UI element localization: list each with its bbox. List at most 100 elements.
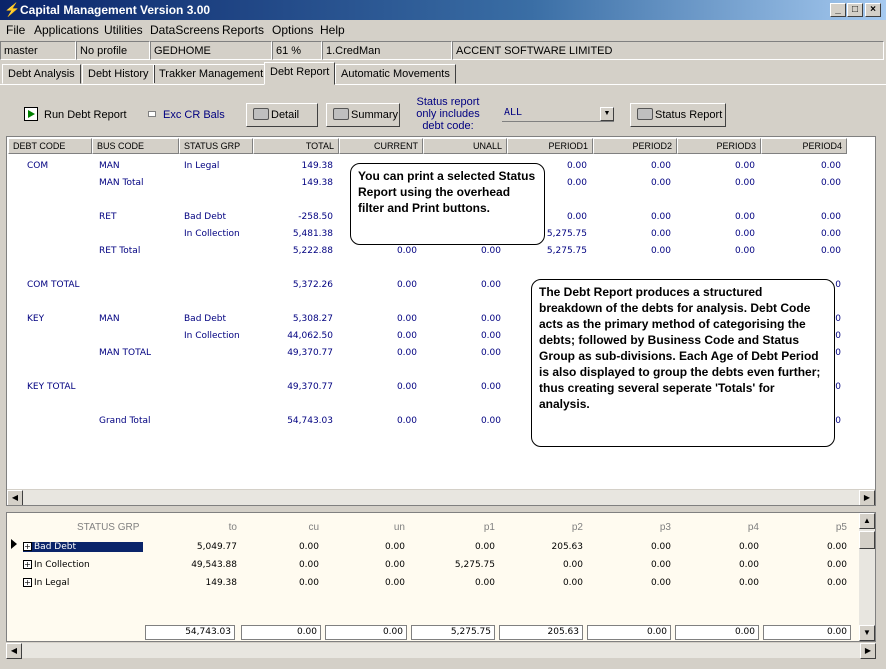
grid-cell-period3[interactable]: 0.00 — [677, 178, 755, 188]
lower-cell-cu[interactable]: 0.00 — [249, 578, 319, 588]
lower-cell-p4[interactable]: 0.00 — [689, 578, 759, 588]
menu-file[interactable]: File — [6, 23, 25, 37]
grid-cell-total[interactable]: 5,372.26 — [253, 280, 333, 290]
grid-cell-bus-code[interactable]: Grand Total — [99, 416, 179, 426]
grid-cell-current[interactable]: 0.00 — [339, 246, 417, 256]
grid-cell-current[interactable]: 0.00 — [339, 331, 417, 341]
lower-cell-p3[interactable]: 0.00 — [601, 560, 671, 570]
expand-plus-icon[interactable]: + — [23, 560, 32, 569]
lower-cell-p2[interactable]: 205.63 — [513, 542, 584, 552]
grid-cell-total[interactable]: 49,370.77 — [253, 348, 333, 358]
lower-cell-p3[interactable]: 0.00 — [601, 542, 671, 552]
menu-datascreens[interactable]: DataScreens — [150, 23, 219, 37]
grid-cell-period2[interactable]: 0.00 — [593, 246, 671, 256]
grid-cell-current[interactable]: 0.00 — [339, 416, 417, 426]
grid-cell-debt-code[interactable]: COM TOTAL — [27, 280, 107, 290]
tab-debt-report[interactable]: Debt Report — [264, 62, 336, 85]
grid-cell-bus-code[interactable]: MAN — [99, 161, 179, 171]
lower-cell-to[interactable]: 149.38 — [167, 578, 238, 588]
exc-cr-bals-checkbox[interactable] — [148, 111, 156, 117]
grid-cell-status-grp[interactable]: Bad Debt — [184, 314, 254, 324]
lower-cell-to[interactable]: 5,049.77 — [167, 542, 237, 552]
col-header-period3[interactable]: PERIOD3 — [677, 138, 761, 154]
grid-cell-debt-code[interactable]: KEY — [27, 314, 107, 324]
grid-cell-total[interactable]: 54,743.03 — [253, 416, 333, 426]
grid-cell-status-grp[interactable]: In Legal — [184, 161, 254, 171]
grid-cell-period2[interactable]: 0.00 — [593, 178, 671, 188]
lower-cell-p4[interactable]: 0.00 — [689, 542, 759, 552]
lower-cell-p1[interactable]: 5,275.75 — [425, 560, 495, 570]
grid-cell-period1[interactable]: 5,275.75 — [507, 246, 587, 256]
run-report-icon[interactable] — [24, 107, 38, 121]
grid-cell-total[interactable]: 5,222.88 — [253, 246, 333, 256]
lower-cell-p1[interactable]: 0.00 — [425, 578, 495, 588]
run-debt-report-button[interactable]: Run Debt Report — [44, 109, 127, 121]
grid-cell-current[interactable]: 0.00 — [339, 348, 417, 358]
tab-automatic-movements[interactable]: Automatic Movements — [335, 64, 456, 84]
grid-cell-total[interactable]: 5,308.27 — [253, 314, 333, 324]
maximize-button[interactable]: □ — [847, 3, 863, 17]
grid-cell-bus-code[interactable]: RET Total — [99, 246, 179, 256]
grid-cell-bus-code[interactable]: MAN TOTAL — [99, 348, 179, 358]
col-header-current[interactable]: CURRENT — [339, 138, 423, 154]
lower-cell-to[interactable]: 49,543.88 — [167, 560, 237, 570]
tab-trakker-management[interactable]: Trakker Management — [153, 64, 270, 84]
lower-cell-p2[interactable]: 0.00 — [513, 578, 583, 588]
scroll-down-arrow[interactable]: ▼ — [859, 625, 875, 641]
lower-cell-p5[interactable]: 0.00 — [777, 578, 847, 588]
col-header-bus-code[interactable]: BUS CODE — [92, 138, 179, 154]
menu-applications[interactable]: Applications — [34, 23, 99, 37]
close-button[interactable]: × — [865, 3, 881, 17]
expand-plus-icon[interactable]: + — [23, 542, 32, 551]
col-header-period4[interactable]: PERIOD4 — [761, 138, 847, 154]
grid-cell-total[interactable]: 5,481.38 — [253, 229, 333, 239]
lower-cell-un[interactable]: 0.00 — [335, 560, 405, 570]
grid-cell-period4[interactable]: 0.00 — [761, 178, 841, 188]
grid-cell-status-grp[interactable]: In Collection — [184, 229, 254, 239]
tab-debt-analysis[interactable]: Debt Analysis — [2, 64, 81, 84]
scroll-left-arrow[interactable]: ◀ — [6, 643, 22, 659]
scroll-up-arrow[interactable]: ▲ — [859, 513, 875, 529]
grid-cell-total[interactable]: -258.50 — [253, 212, 333, 222]
chevron-down-icon[interactable]: ▼ — [600, 107, 614, 121]
grid-cell-unall[interactable]: 0.00 — [423, 331, 501, 341]
col-header-total[interactable]: TOTAL — [253, 138, 339, 154]
col-header-debt-code[interactable]: DEBT CODE — [8, 138, 92, 154]
grid-cell-current[interactable]: 0.00 — [339, 314, 417, 324]
grid-cell-total[interactable]: 44,062.50 — [253, 331, 333, 341]
col-header-period1[interactable]: PERIOD1 — [507, 138, 593, 154]
minimize-button[interactable]: _ — [830, 3, 846, 17]
expand-plus-icon[interactable]: + — [23, 578, 32, 587]
grid-cell-debt-code[interactable]: COM — [27, 161, 107, 171]
grid-cell-unall[interactable]: 0.00 — [423, 280, 501, 290]
lower-horizontal-scrollbar[interactable]: ◀ ▶ — [6, 642, 876, 659]
grid-cell-current[interactable]: 0.00 — [339, 280, 417, 290]
scroll-left-arrow[interactable]: ◀ — [7, 490, 23, 505]
tab-debt-history[interactable]: Debt History — [82, 64, 155, 84]
detail-button[interactable]: Detail — [246, 103, 318, 127]
grid-cell-bus-code[interactable]: MAN Total — [99, 178, 179, 188]
grid-cell-unall[interactable]: 0.00 — [423, 246, 501, 256]
grid-cell-period3[interactable]: 0.00 — [677, 212, 755, 222]
grid-horizontal-scrollbar[interactable]: ◀ ▶ — [7, 489, 875, 505]
grid-cell-period3[interactable]: 0.00 — [677, 229, 755, 239]
status-group-row[interactable]: + In Legal — [23, 578, 69, 588]
lower-cell-p5[interactable]: 0.00 — [777, 542, 847, 552]
lower-cell-p1[interactable]: 0.00 — [425, 542, 495, 552]
scroll-right-arrow[interactable]: ▶ — [859, 490, 875, 505]
lower-cell-cu[interactable]: 0.00 — [249, 542, 319, 552]
grid-cell-unall[interactable]: 0.00 — [423, 416, 501, 426]
status-group-row[interactable]: + In Collection — [23, 560, 90, 570]
grid-cell-current[interactable]: 0.00 — [339, 382, 417, 392]
grid-cell-period2[interactable]: 0.00 — [593, 161, 671, 171]
debt-code-filter-select[interactable]: ALL ▼ — [502, 107, 614, 122]
scroll-thumb[interactable] — [859, 531, 875, 549]
status-group-row[interactable]: + Bad Debt — [23, 542, 143, 552]
grid-cell-debt-code[interactable]: KEY TOTAL — [27, 382, 107, 392]
lower-cell-p2[interactable]: 0.00 — [513, 560, 583, 570]
grid-cell-period2[interactable]: 0.00 — [593, 212, 671, 222]
lower-vertical-scrollbar[interactable]: ▲ ▼ — [859, 513, 875, 641]
grid-cell-bus-code[interactable]: RET — [99, 212, 179, 222]
summary-button[interactable]: Summary — [326, 103, 400, 127]
grid-cell-period4[interactable]: 0.00 — [761, 161, 841, 171]
